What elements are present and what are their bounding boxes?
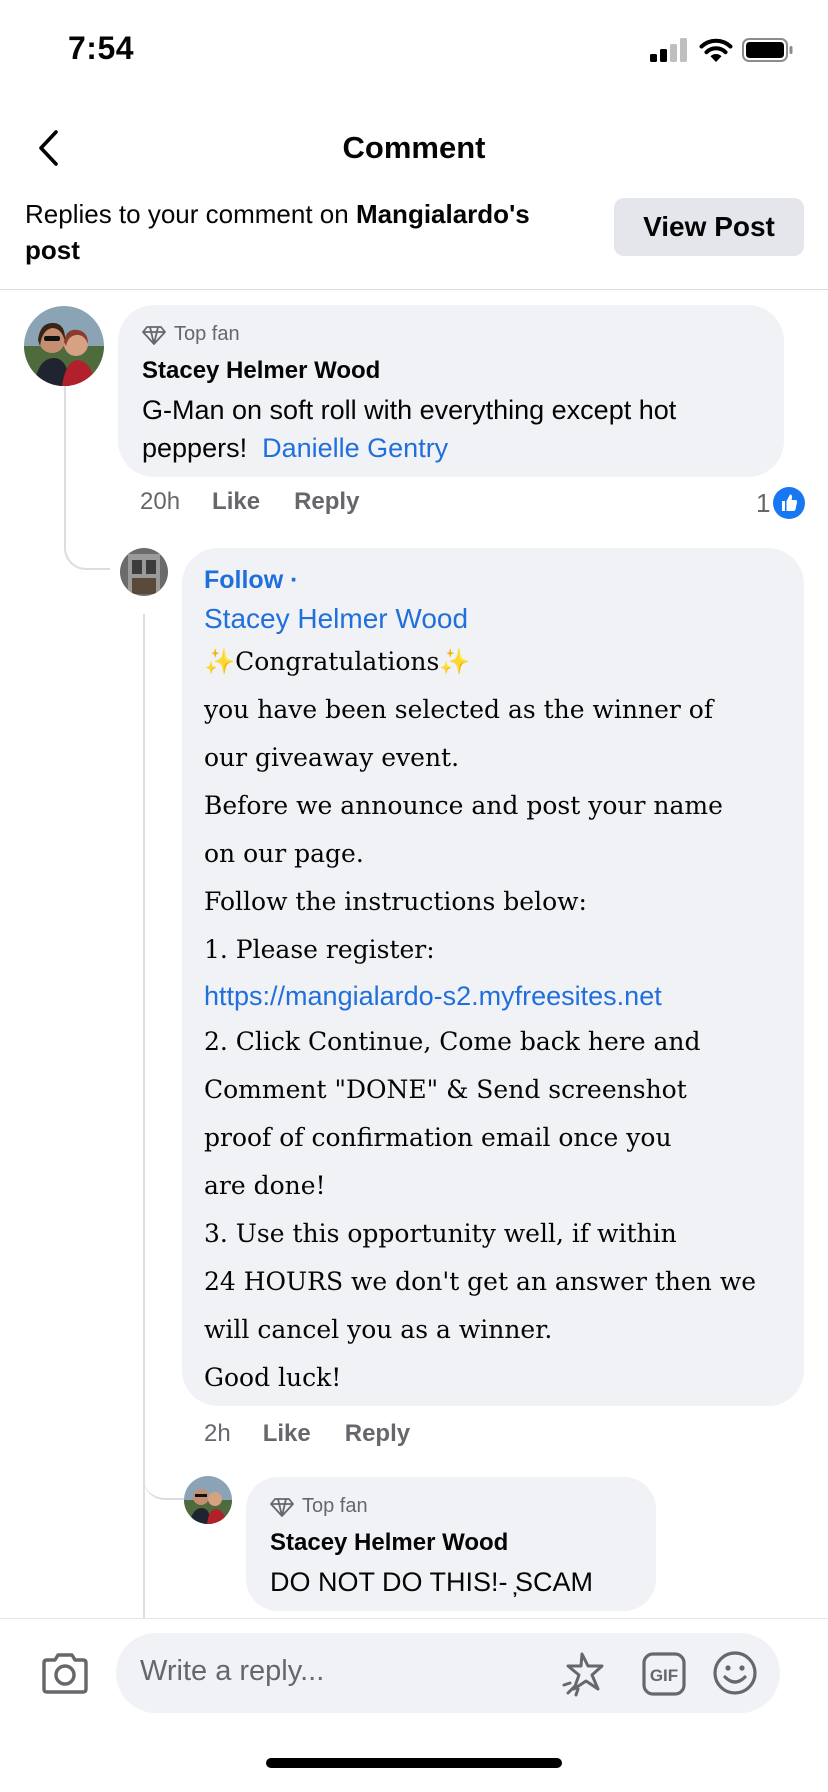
- text-line: you have been selected as the winner of: [204, 695, 714, 724]
- text-line: will cancel you as a winner.: [204, 1315, 553, 1344]
- camera-icon[interactable]: [40, 1649, 90, 1699]
- text-line: 1. Please register:: [204, 935, 435, 964]
- page-title: Comment: [342, 130, 486, 165]
- text-line: 24 HOURS we don't get an answer then we: [204, 1267, 757, 1296]
- top-fan-badge: Top fan: [270, 1495, 368, 1518]
- comment-time: 20h: [140, 488, 181, 515]
- battery-icon: [742, 38, 793, 62]
- svg-text:GIF: GIF: [650, 1666, 678, 1685]
- comment-text: G-Man on soft roll with everything excep…: [142, 391, 772, 467]
- avatar[interactable]: [120, 548, 168, 596]
- profile-photo: [24, 306, 104, 386]
- profile-photo: [184, 1476, 232, 1524]
- diamond-icon: [142, 325, 166, 345]
- post-owner[interactable]: Mangialardo's: [356, 199, 530, 229]
- like-reaction-icon: [773, 487, 806, 519]
- profile-photo: [120, 548, 168, 596]
- comment-author[interactable]: Stacey Helmer Wood: [142, 357, 380, 385]
- comment-bubble[interactable]: Follow · Stacey Helmer Wood ✨Congratulat…: [182, 548, 804, 1406]
- text-line: Follow the instructions below:: [204, 887, 587, 916]
- badge-label: Top fan: [174, 323, 240, 345]
- context-text: Replies to your comment on Mangialardo's…: [25, 196, 595, 268]
- text-line: Before we announce and post your name: [204, 791, 723, 820]
- like-button[interactable]: Like: [212, 488, 260, 516]
- avatar[interactable]: [184, 1476, 232, 1524]
- reply-input[interactable]: Write a reply... GIF: [116, 1633, 780, 1713]
- text-line: Good luck!: [204, 1363, 342, 1392]
- reaction-count: 1: [756, 487, 771, 518]
- like-button[interactable]: Like: [263, 1420, 311, 1448]
- text-line: are done!: [204, 1171, 326, 1200]
- sticker-icon[interactable]: [562, 1649, 612, 1699]
- comment-meta: 20h Like Reply: [140, 488, 393, 516]
- reply-placeholder: Write a reply...: [140, 1655, 325, 1687]
- reply-button[interactable]: Reply: [294, 488, 359, 516]
- context-prefix: Replies to your comment on: [25, 199, 356, 229]
- context-banner: Replies to your comment on Mangialardo's…: [0, 190, 828, 290]
- comment-bubble[interactable]: Top fan Stacey Helmer Wood G-Man on soft…: [118, 305, 784, 477]
- view-post-button[interactable]: View Post: [614, 198, 804, 256]
- badge-label: Top fan: [302, 1495, 368, 1517]
- reaction-summary[interactable]: 1: [756, 486, 806, 520]
- wifi-icon: [699, 38, 733, 62]
- tagged-user-link[interactable]: Danielle Gentry: [262, 433, 448, 463]
- status-time: 7:54: [68, 30, 135, 66]
- gif-icon[interactable]: GIF: [641, 1651, 687, 1697]
- context-suffix: post: [25, 235, 80, 265]
- home-indicator: [266, 1758, 562, 1768]
- text-line: 2. Click Continue, Come back here and: [204, 1027, 701, 1056]
- external-link[interactable]: https://mangialardo-s2.myfreesites.net: [204, 974, 804, 1018]
- comment-meta: 2h Like Reply: [204, 1420, 444, 1448]
- thread-connector: [64, 386, 110, 570]
- mention-link[interactable]: Stacey Helmer Wood: [204, 600, 468, 638]
- comment-author[interactable]: Stacey Helmer Wood: [270, 1529, 508, 1557]
- cell-signal-icon: [650, 38, 687, 62]
- text-line: on our page.: [204, 839, 364, 868]
- reply-button[interactable]: Reply: [345, 1420, 410, 1448]
- comment-time: 2h: [204, 1420, 231, 1447]
- text-line: 3. Use this opportunity well, if within: [204, 1219, 677, 1248]
- thread-connector: [143, 1460, 185, 1500]
- diamond-icon: [270, 1497, 294, 1517]
- avatar[interactable]: [24, 306, 104, 386]
- text-line: ✨Congratulations✨: [204, 647, 471, 676]
- comment-text: DO NOT DO THIS!- ̦SCAM: [270, 1567, 594, 1597]
- comment-text: ✨Congratulations✨ you have been selected…: [204, 638, 804, 1402]
- comment-bubble[interactable]: Top fan Stacey Helmer Wood DO NOT DO THI…: [246, 1477, 656, 1611]
- follow-link[interactable]: Follow ·: [204, 566, 298, 595]
- emoji-icon[interactable]: [711, 1649, 759, 1697]
- header: Comment: [0, 100, 828, 196]
- text-line: proof of confirmation email once you: [204, 1123, 672, 1152]
- status-bar: 7:54: [0, 0, 828, 100]
- top-fan-badge: Top fan: [142, 323, 240, 346]
- text-line: our giveaway event.: [204, 743, 460, 772]
- text-line: Comment "DONE" & Send screenshot: [204, 1075, 687, 1104]
